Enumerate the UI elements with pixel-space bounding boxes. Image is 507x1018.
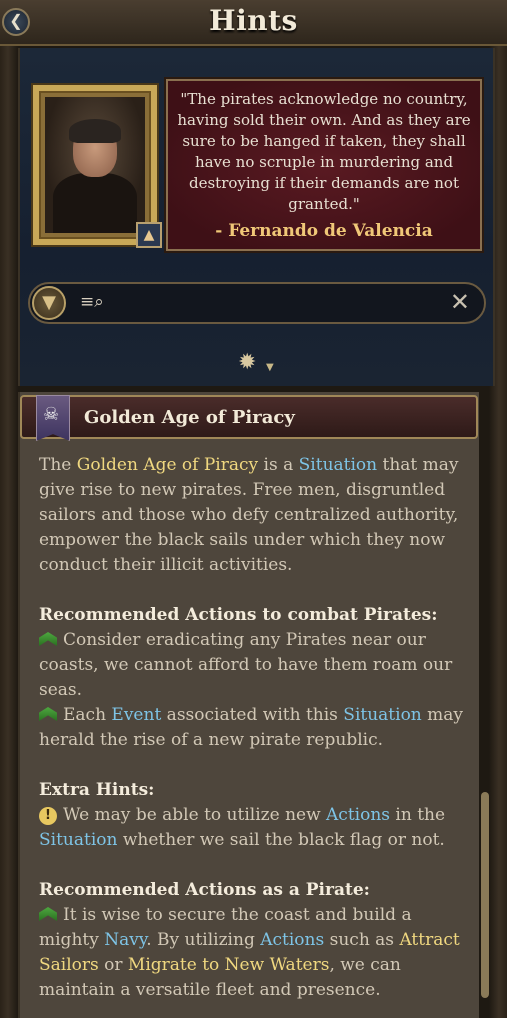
combat-heading: Recommended Actions to combat Pirates: <box>39 605 438 625</box>
combat-item-text: Each <box>63 705 112 725</box>
navy-link[interactable]: Navy <box>104 930 146 950</box>
character-portrait[interactable] <box>33 85 157 245</box>
migrate-link[interactable]: Migrate to New Waters <box>128 955 330 975</box>
extra-hint-text: whether we sail the black flag or not. <box>117 830 445 850</box>
hint-bulb-icon: ! <box>39 807 57 825</box>
intro-paragraph: The Golden Age of Piracy is a Situation … <box>39 453 469 578</box>
scrollbar-thumb[interactable] <box>481 792 489 998</box>
search-bar: ▼ ≡⌕ ✕ <box>28 282 486 324</box>
extra-hints-section: Extra Hints: ! We may be able to utilize … <box>39 778 469 853</box>
actions-link[interactable]: Actions <box>260 930 324 950</box>
window-title: Hints <box>209 4 298 37</box>
portrait-hair <box>69 119 121 143</box>
filter-button[interactable]: ▼ <box>32 286 66 320</box>
pirate-heading: Recommended Actions as a Pirate: <box>39 880 370 900</box>
title-bar: ❮ Hints <box>0 0 507 46</box>
rank-chevron-icon <box>39 907 57 921</box>
actions-link[interactable]: Actions <box>326 805 390 825</box>
rank-chevron-icon <box>39 707 57 721</box>
extra-hints-heading: Extra Hints: <box>39 780 155 800</box>
portrait-image <box>45 97 145 233</box>
clear-search-icon[interactable]: ✕ <box>450 288 470 316</box>
extra-hint-text: in the <box>390 805 446 825</box>
situation-link[interactable]: Situation <box>299 455 377 475</box>
intro-text: is a <box>258 455 299 475</box>
pirate-item: It is wise to secure the coast and build… <box>39 903 469 1003</box>
quote-author: - Fernando de Valencia <box>215 221 433 241</box>
chevron-down-icon[interactable]: ▼ <box>266 362 274 373</box>
filter-icon: ▼ <box>42 292 56 313</box>
event-link[interactable]: Event <box>111 705 161 725</box>
pirate-item-text: such as <box>324 930 400 950</box>
pirate-item-text: . By utilizing <box>146 930 261 950</box>
section-title: Golden Age of Piracy <box>84 407 295 428</box>
combat-section: Recommended Actions to combat Pirates: C… <box>39 603 469 753</box>
quote-text: "The pirates acknowledge no country, hav… <box>177 90 471 213</box>
pirate-item-text: or <box>98 955 128 975</box>
hint-body: The Golden Age of Piracy is a Situation … <box>39 453 469 1003</box>
search-input[interactable] <box>108 290 448 318</box>
combat-item-text: Consider eradicating any Pirates near ou… <box>39 630 453 700</box>
hint-section-header[interactable]: ☠ Golden Age of Piracy <box>20 395 478 441</box>
rank-chevron-icon <box>39 632 57 646</box>
situation-link[interactable]: Situation <box>343 705 421 725</box>
portrait-robe <box>53 173 137 233</box>
combat-item-text: associated with this <box>161 705 344 725</box>
combat-item: Each Event associated with this Situatio… <box>39 703 469 753</box>
character-rank-icon[interactable]: ▲ <box>136 222 162 248</box>
combat-item: Consider eradicating any Pirates near ou… <box>39 628 469 703</box>
golden-age-link[interactable]: Golden Age of Piracy <box>77 455 258 475</box>
extra-hint-text: We may be able to utilize new <box>63 805 327 825</box>
compass-star-icon[interactable]: ✹ <box>238 350 256 375</box>
extra-hint-item: ! We may be able to utilize new Actions i… <box>39 803 469 853</box>
quote-box: "The pirates acknowledge no country, hav… <box>166 79 482 251</box>
intro-text: The <box>39 455 77 475</box>
search-icon: ≡⌕ <box>80 292 104 312</box>
jolly-roger-icon: ☠ <box>43 404 60 425</box>
situation-link[interactable]: Situation <box>39 830 117 850</box>
pirate-section: Recommended Actions as a Pirate: It is w… <box>39 878 469 1003</box>
pirate-flag-banner: ☠ <box>36 395 70 441</box>
